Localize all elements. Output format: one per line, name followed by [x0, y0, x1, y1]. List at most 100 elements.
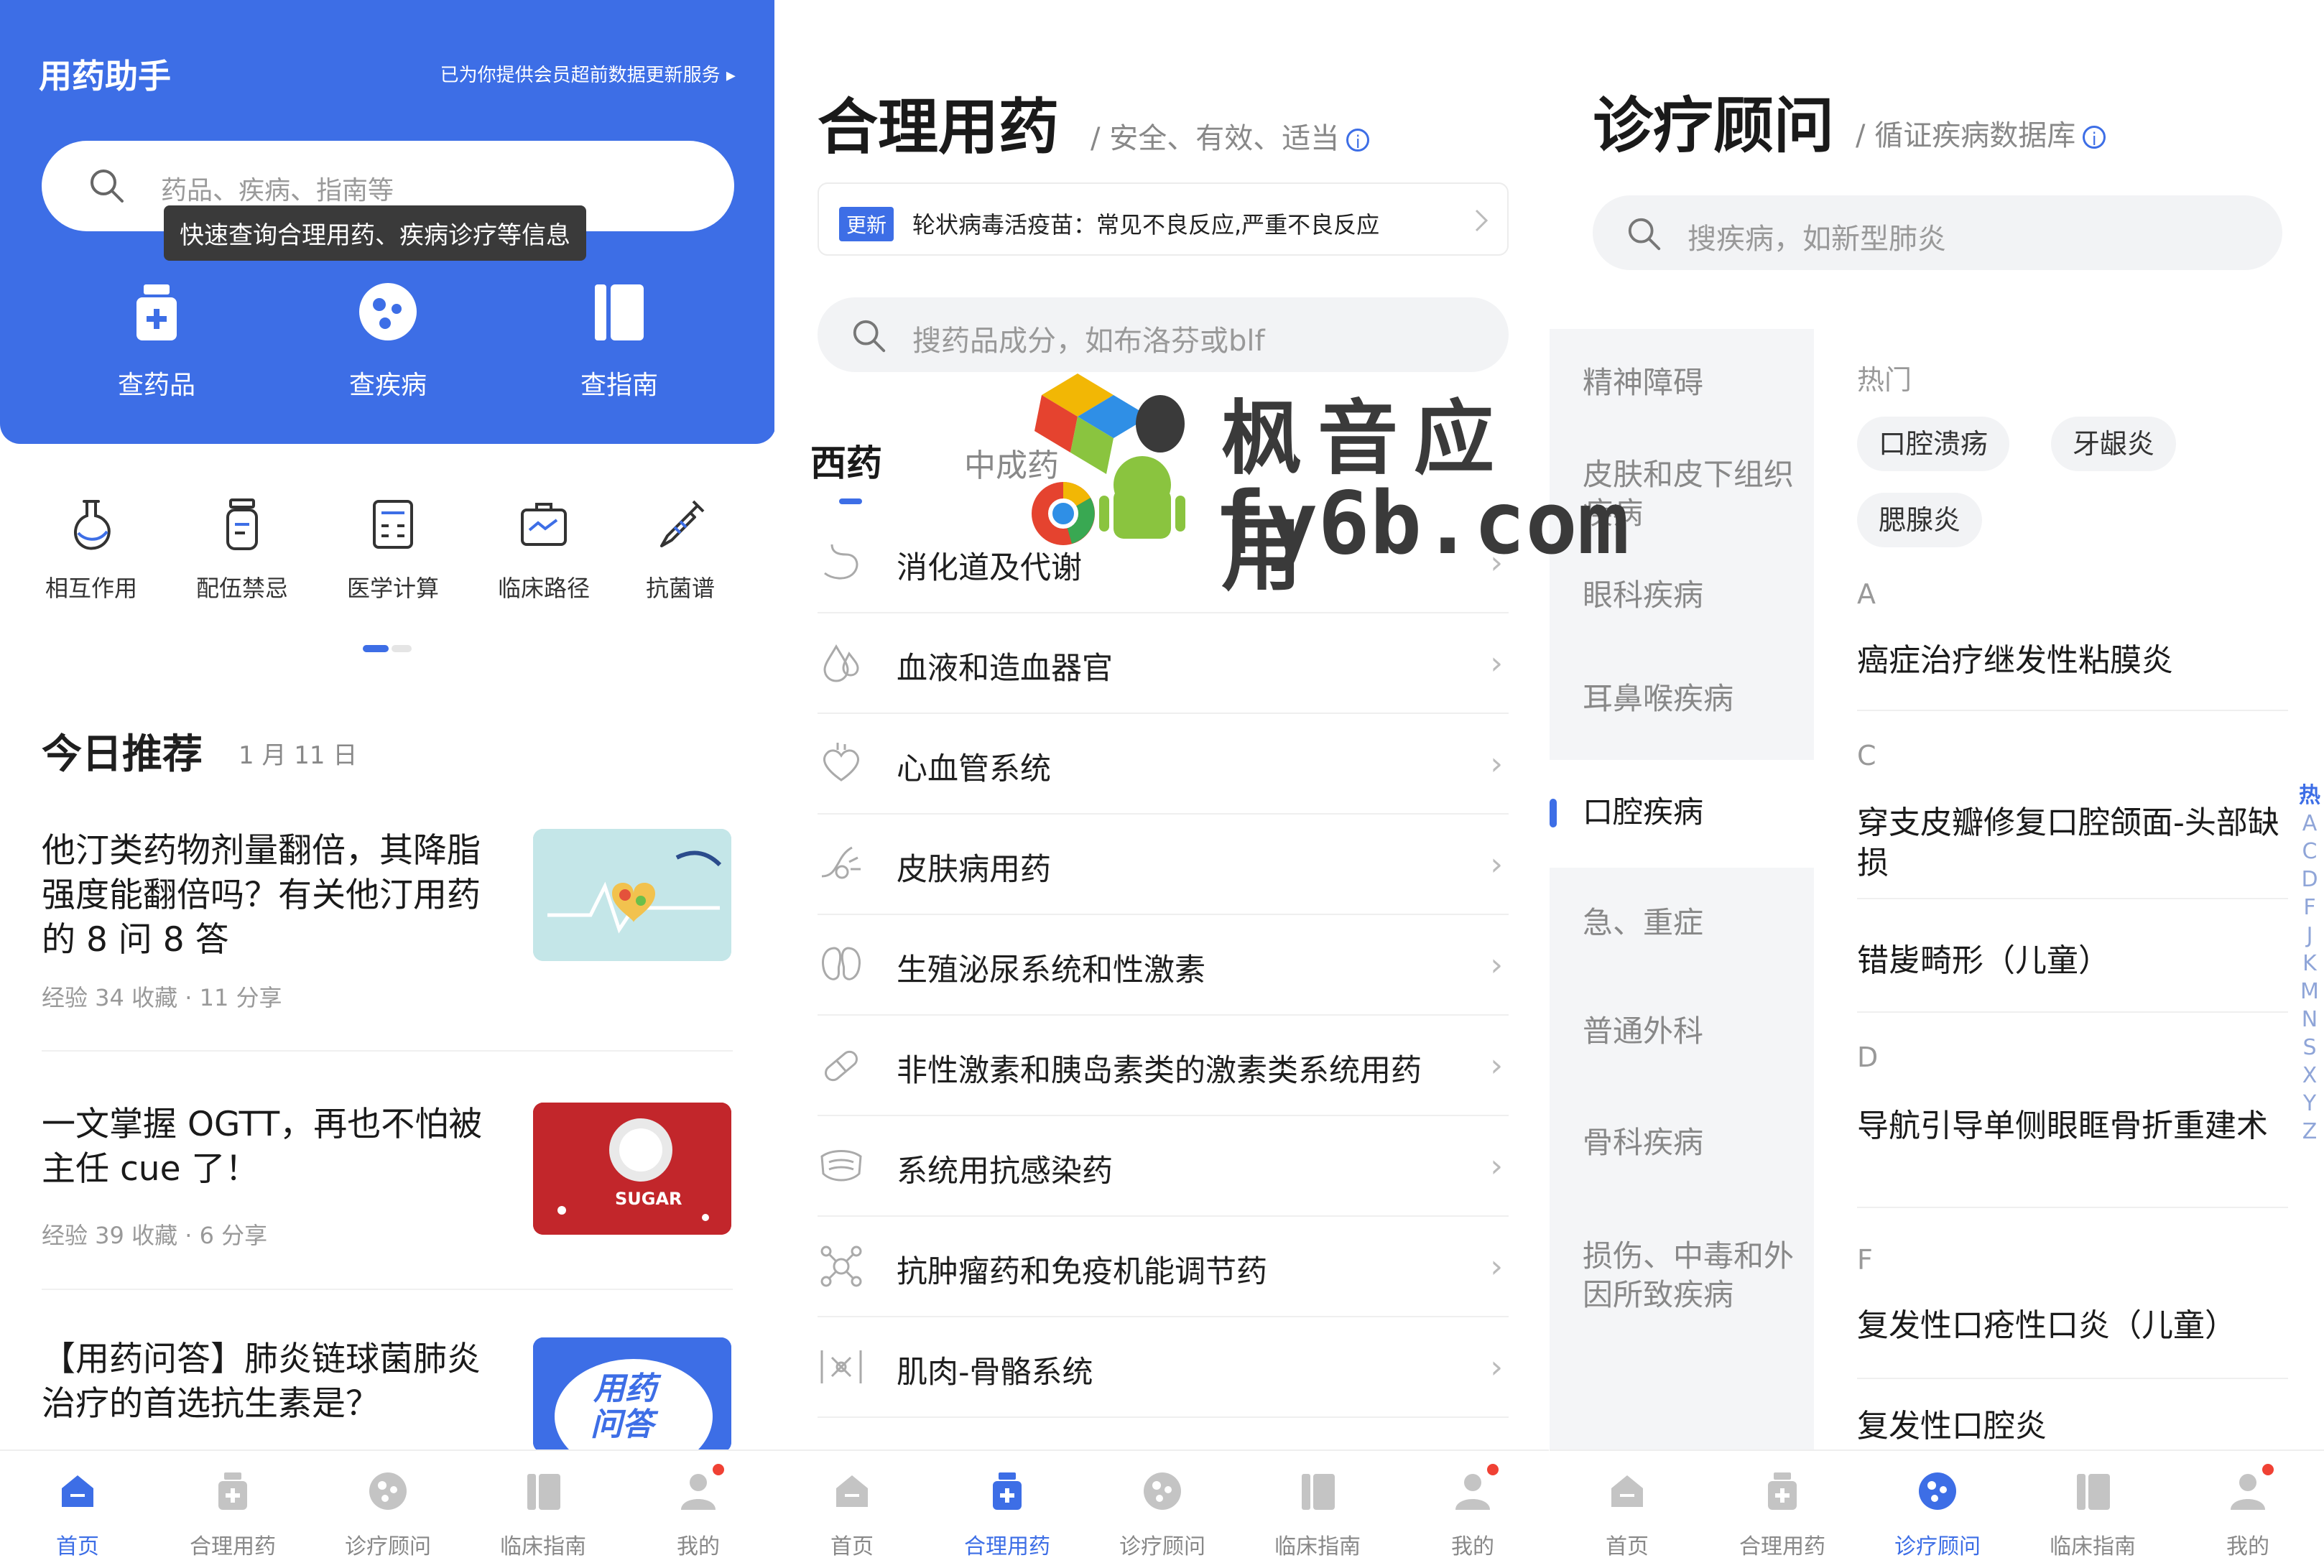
category-item[interactable]: 抗肿瘤药和免疫机能调节药 › — [818, 1215, 1509, 1317]
tool-interaction[interactable]: 相互作用 — [30, 496, 152, 603]
chevron-right-icon: › — [1490, 645, 1503, 682]
bottle-icon — [226, 498, 258, 550]
member-notice-link[interactable]: 已为你提供会员超前数据更新服务 ▸ — [440, 60, 736, 87]
tab-diagnosis[interactable]: 诊疗顾问 — [1873, 1470, 2002, 1560]
tab-guide[interactable]: 临床指南 — [1253, 1470, 1382, 1560]
disease-item[interactable]: 复发性口疮性口炎（儿童） — [1857, 1306, 2288, 1346]
info-icon[interactable]: i — [1346, 129, 1370, 152]
sidebar-item-active[interactable]: 口腔疾病 — [1550, 760, 1814, 868]
disease-item[interactable]: 癌症治疗继发性粘膜炎 — [1857, 641, 2288, 681]
disease-item[interactable]: 穿支皮瓣修复口腔颌面-头部缺损 — [1857, 803, 2288, 883]
tool-medical-calc[interactable]: 医学计算 — [332, 496, 454, 603]
index-letter[interactable]: S — [2297, 1034, 2323, 1062]
book-icon — [595, 284, 644, 340]
subtitle-text: / 安全、有效、适当 — [1091, 122, 1340, 155]
tool-clinical-path[interactable]: 临床路径 — [483, 496, 605, 603]
index-letter[interactable]: F — [2297, 894, 2323, 922]
alphabet-index[interactable]: 热 A C D F J K M N S X Y Z — [2297, 781, 2323, 1146]
group-letter: A — [1857, 578, 1876, 610]
heart-icon — [823, 743, 859, 781]
disease-item[interactable]: 复发性口腔炎 — [1857, 1406, 2288, 1447]
tab-diagnosis[interactable]: 诊疗顾问 — [1098, 1470, 1227, 1560]
watermark-en: fy6b.com — [1214, 474, 1629, 574]
article-image — [533, 829, 731, 961]
index-letter[interactable]: X — [2297, 1062, 2323, 1090]
quick-find-medicine-button[interactable]: 查药品 — [85, 280, 228, 402]
tab-home[interactable]: 首页 — [13, 1470, 142, 1560]
index-letter[interactable]: N — [2297, 1006, 2323, 1034]
sidebar-item[interactable]: 耳鼻喉疾病 — [1550, 659, 1814, 760]
diagnosis-panel: 诊疗顾问 / 循证疾病数据库 i 搜疾病，如新型肺炎 精神障碍 皮肤和皮下组织疾病… — [1550, 0, 2324, 1568]
category-label: 血液和造血器官 — [897, 651, 1113, 687]
quick-find-guide-button[interactable]: 查指南 — [547, 280, 691, 402]
category-item[interactable]: 心血管系统 › — [818, 713, 1509, 815]
category-item[interactable]: 生殖泌尿系统和性激素 › — [818, 914, 1509, 1016]
category-item[interactable]: 系统用抗感染药 › — [818, 1115, 1509, 1217]
tab-label: 临床指南 — [500, 1534, 586, 1559]
info-icon[interactable]: i — [2083, 126, 2106, 149]
category-item[interactable]: 血液和造血器官 › — [818, 612, 1509, 714]
bottom-tab-bar: 首页 合理用药 诊疗顾问 临床指南 我的 — [0, 1449, 774, 1568]
sidebar-item[interactable]: 骨科疾病 — [1550, 1090, 1814, 1198]
chevron-right-icon — [1475, 209, 1489, 232]
sidebar-item[interactable]: 急、重症 — [1550, 868, 1814, 979]
index-letter[interactable]: M — [2297, 978, 2323, 1006]
notification-dot — [1487, 1464, 1499, 1475]
chevron-right-icon: › — [1490, 1047, 1503, 1084]
index-letter[interactable]: C — [2297, 838, 2323, 866]
tab-mine[interactable]: 我的 — [1408, 1470, 1537, 1560]
sidebar-item[interactable]: 精神障碍 — [1550, 329, 1814, 437]
tab-label: 我的 — [677, 1534, 720, 1559]
notification-dot — [713, 1464, 724, 1475]
subtitle-text: / 循证疾病数据库 — [1856, 119, 2076, 152]
tool-incompatibility[interactable]: 配伍禁忌 — [181, 496, 303, 603]
article-card[interactable]: 一文掌握 OGTT，再也不怕被主任 cue 了！ 经验 39 收藏 · 6 分享… — [42, 1103, 731, 1249]
tab-western-medicine[interactable]: 西药 — [810, 435, 882, 486]
blood-drop-icon — [823, 644, 859, 682]
tab-mine[interactable]: 我的 — [2183, 1470, 2313, 1560]
quick-find-disease-button[interactable]: 查疾病 — [316, 280, 460, 402]
tab-medication[interactable]: 合理用药 — [168, 1470, 297, 1560]
tool-label: 临床路径 — [497, 575, 590, 602]
hot-chip[interactable]: 牙龈炎 — [2051, 417, 2177, 471]
hot-chip[interactable]: 口腔溃疡 — [1857, 417, 2010, 471]
sidebar-item[interactable]: 损伤、中毒和外因所致疾病 — [1550, 1198, 1814, 1342]
tab-medication[interactable]: 合理用药 — [943, 1470, 1072, 1560]
tab-mine[interactable]: 我的 — [634, 1470, 763, 1560]
index-letter[interactable]: Y — [2297, 1090, 2323, 1118]
category-item[interactable]: 皮肤病用药 › — [818, 813, 1509, 915]
divider — [42, 1050, 733, 1052]
article-card[interactable]: 他汀类药物剂量翻倍，其降脂强度能翻倍吗？有关他汀用药的 8 问 8 答 经验 3… — [42, 829, 731, 1016]
update-notice[interactable]: 更新 轮状病毒活疫苗：常见不良反应,严重不良反应 — [818, 182, 1509, 256]
article-card[interactable]: 【用药问答】肺炎链球菌肺炎治疗的首选抗生素是？ 用药 问答 — [42, 1337, 731, 1452]
tab-home[interactable]: 首页 — [1563, 1470, 1692, 1560]
tool-antibacterial[interactable]: 抗菌谱 — [619, 496, 741, 603]
disease-search-input[interactable]: 搜疾病，如新型肺炎 — [1593, 195, 2282, 270]
index-letter[interactable]: 热 — [2297, 781, 2323, 809]
index-letter[interactable]: Z — [2297, 1118, 2323, 1146]
tab-home[interactable]: 首页 — [787, 1470, 917, 1560]
tab-medication[interactable]: 合理用药 — [1718, 1470, 1847, 1560]
index-letter[interactable]: D — [2297, 866, 2323, 894]
stomach-icon — [824, 544, 858, 580]
page-title: 合理用药 — [818, 92, 1060, 162]
index-letter[interactable]: K — [2297, 950, 2323, 978]
tab-guide[interactable]: 临床指南 — [478, 1470, 608, 1560]
disease-item[interactable]: 导航引导单侧眼眶骨折重建术 — [1857, 1106, 2288, 1146]
category-item[interactable]: 肌肉-骨骼系统 › — [818, 1316, 1509, 1418]
drug-search-input[interactable]: 搜药品成分，如布洛芬或blf — [818, 297, 1509, 372]
hot-label: 热门 — [1857, 364, 1912, 396]
sidebar-item[interactable]: 普通外科 — [1550, 979, 1814, 1090]
category-label: 抗肿瘤药和免疫机能调节药 — [897, 1254, 1267, 1290]
virus-icon — [1919, 1472, 1956, 1510]
index-letter[interactable]: J — [2297, 922, 2323, 950]
index-letter[interactable]: A — [2297, 809, 2323, 838]
molecule-icon — [820, 1245, 862, 1287]
disease-item[interactable]: 错㿫畸形（儿童） — [1857, 941, 2288, 981]
tab-diagnosis[interactable]: 诊疗顾问 — [323, 1470, 453, 1560]
divider — [1857, 1011, 2288, 1013]
tab-guide[interactable]: 临床指南 — [2028, 1470, 2157, 1560]
tab-label: 首页 — [1606, 1534, 1649, 1559]
category-item[interactable]: 非性激素和胰岛素类的激素类系统用药 › — [818, 1014, 1509, 1116]
hot-chip[interactable]: 腮腺炎 — [1857, 493, 1983, 547]
